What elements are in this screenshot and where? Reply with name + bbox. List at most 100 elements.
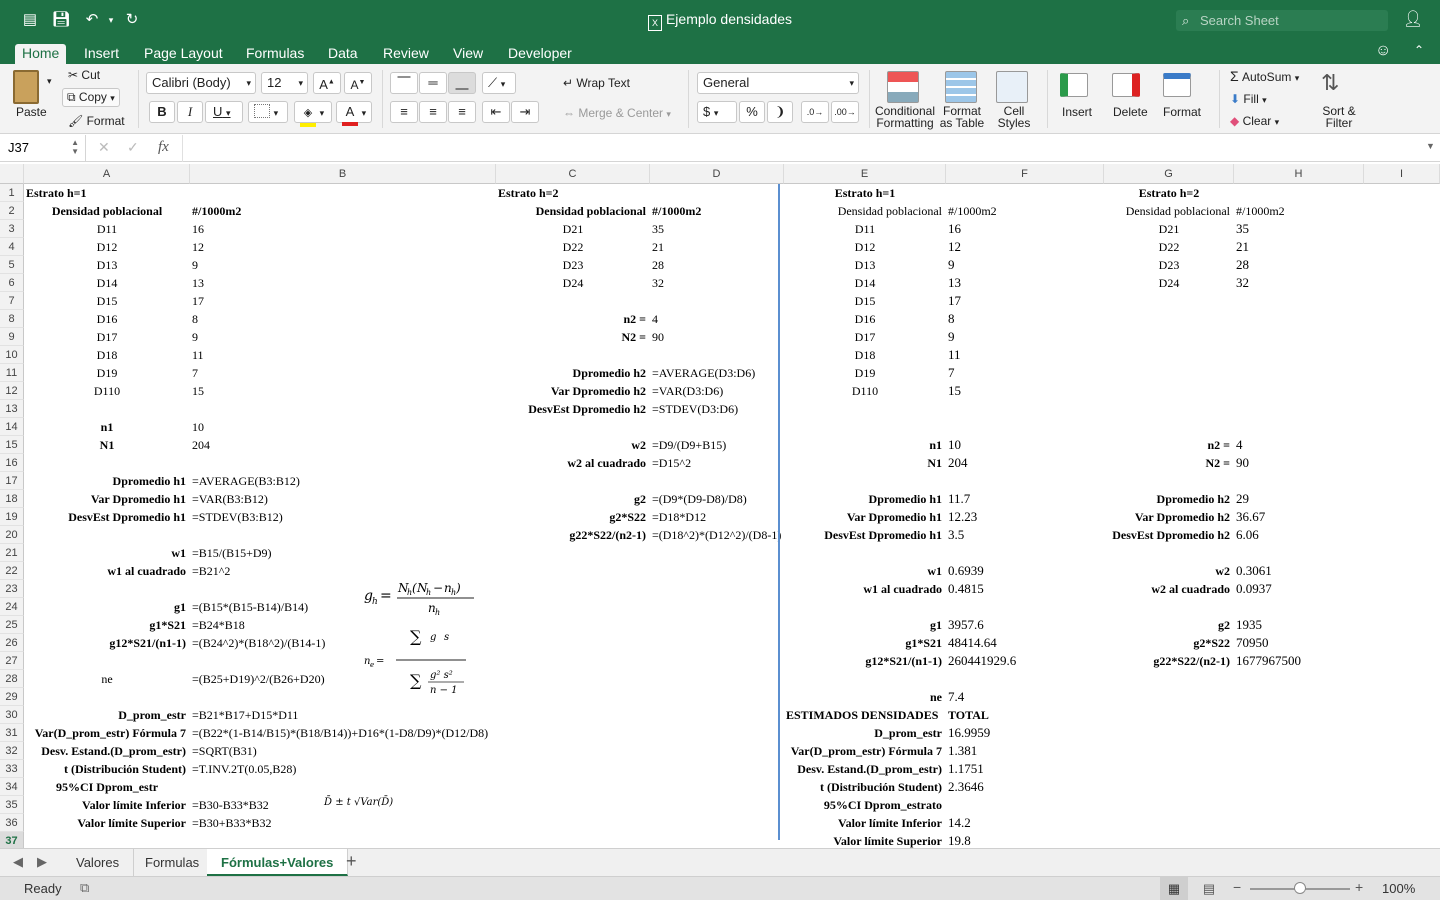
cell-a3[interactable]: D11 — [26, 221, 188, 237]
cell-b30[interactable]: =B21*B17+D15*D11 — [192, 707, 494, 723]
sheet-tab-formulas[interactable]: Formulas — [131, 849, 215, 876]
cell-b31[interactable]: =(B22*(1-B14/B15)*(B18/B14))+D16*(1-D8/D… — [192, 725, 494, 741]
cell-e22[interactable]: w1 — [584, 563, 942, 579]
align-bottom-button[interactable]: ⎽ — [448, 72, 476, 94]
cell-a36[interactable]: Valor límite Superior — [0, 815, 186, 831]
cell-g25[interactable]: g2 — [904, 617, 1230, 633]
cancel-icon[interactable]: ✕ — [98, 139, 110, 156]
cell-f11[interactable]: 7 — [948, 365, 1102, 381]
cell-e6[interactable]: D14 — [786, 275, 944, 291]
name-box-stepper-icon[interactable]: ▲ ▼ — [71, 138, 79, 156]
enter-icon[interactable]: ✓ — [127, 139, 139, 156]
cell-a1[interactable]: Estrato h=1 — [26, 185, 188, 201]
cell-e27[interactable]: g12*S21/(n1-1) — [584, 653, 942, 669]
column-header-f[interactable]: F — [946, 164, 1104, 184]
cell-a4[interactable]: D12 — [26, 239, 188, 255]
normal-view-icon[interactable]: ▦ — [1160, 877, 1188, 900]
cell-g6[interactable]: D24 — [1106, 275, 1232, 291]
cell-g18[interactable]: Dpromedio h2 — [904, 491, 1230, 507]
row-header-5[interactable]: 5 — [0, 256, 24, 274]
row-header-28[interactable]: 28 — [0, 670, 24, 688]
page-layout-view-icon[interactable]: ▤ — [1196, 877, 1222, 900]
cell-f32[interactable]: 1.381 — [948, 743, 1102, 759]
cell-f8[interactable]: 8 — [948, 311, 1102, 327]
cell-a14[interactable]: n1 — [26, 419, 188, 435]
cell-a35[interactable]: Valor límite Inferior — [0, 797, 186, 813]
cell-a11[interactable]: D19 — [26, 365, 188, 381]
column-header-h[interactable]: H — [1234, 164, 1364, 184]
column-header-i[interactable]: I — [1364, 164, 1440, 184]
spreadsheet-grid[interactable]: A B C D E F G H I 1 2 3 4 5 6 7 8 9 10 11 12 13 14 15 16 17 18 19 20… — [0, 164, 1440, 848]
row-header-37[interactable]: 37 — [0, 832, 24, 848]
decrease-indent-button[interactable]: ⇤ — [482, 101, 510, 123]
insert-cells-icon[interactable] — [1060, 73, 1088, 97]
feedback-smiley-icon[interactable]: ☺ — [1375, 42, 1391, 60]
row-header-23[interactable]: 23 — [0, 580, 24, 598]
cell-g4[interactable]: D22 — [1106, 239, 1232, 255]
cell-e30[interactable]: ESTIMADOS DENSIDADES — [786, 707, 944, 723]
currency-button[interactable]: $ ▾ — [697, 101, 737, 123]
prev-sheet-icon[interactable]: ◀ — [13, 854, 23, 870]
cell-b5[interactable]: 9 — [192, 257, 494, 273]
cell-a2[interactable]: Densidad poblacional — [26, 203, 188, 219]
percent-button[interactable]: % — [739, 101, 765, 123]
cell-e26[interactable]: g1*S21 — [584, 635, 942, 651]
tab-home[interactable]: Home — [15, 44, 67, 64]
orientation-button[interactable]: ⟋ ▾ — [482, 72, 516, 94]
align-top-button[interactable]: ⎺ — [390, 72, 418, 94]
clear-button[interactable]: ◆ Clear ▾ — [1230, 114, 1279, 128]
cell-h18[interactable]: 29 — [1236, 491, 1362, 507]
cell-e5[interactable]: D13 — [786, 257, 944, 273]
gh-formula-image[interactable]: g h = Nh(Nh − n h) n h — [362, 576, 482, 617]
cell-f9[interactable]: 9 — [948, 329, 1102, 345]
cell-b14[interactable]: 10 — [192, 419, 494, 435]
tab-data[interactable]: Data — [321, 44, 365, 64]
cell-e29[interactable]: ne — [584, 689, 942, 705]
conditional-formatting-button[interactable]: Conditional Formatting — [872, 105, 938, 129]
underline-button[interactable]: U ▾ — [205, 101, 243, 123]
column-header-d[interactable]: D — [650, 164, 784, 184]
align-left-button[interactable]: ≡ — [390, 101, 418, 123]
conditional-formatting-icon[interactable] — [887, 71, 919, 103]
row-header-8[interactable]: 8 — [0, 310, 24, 328]
cell-a10[interactable]: D18 — [26, 347, 188, 363]
increase-indent-button[interactable]: ⇥ — [511, 101, 539, 123]
cell-e7[interactable]: D15 — [786, 293, 944, 309]
font-size-select[interactable]: 12 ▾ — [261, 72, 308, 94]
cell-e3[interactable]: D11 — [786, 221, 944, 237]
row-header-15[interactable]: 15 — [0, 436, 24, 454]
bold-button[interactable]: B — [149, 101, 175, 123]
row-header-20[interactable]: 20 — [0, 526, 24, 544]
fill-color-button[interactable]: ◈ ▾ — [294, 101, 332, 127]
cell-a19[interactable]: DesvEst Dpromedio h1 — [0, 509, 186, 525]
increase-font-button[interactable]: A▲ — [313, 72, 341, 94]
cell-e25[interactable]: g1 — [584, 617, 942, 633]
cell-h27[interactable]: 1677967500 — [1236, 653, 1362, 669]
row-header-27[interactable]: 27 — [0, 652, 24, 670]
cell-b7[interactable]: 17 — [192, 293, 494, 309]
cell-f5[interactable]: 9 — [948, 257, 1102, 273]
cell-b6[interactable]: 13 — [192, 275, 494, 291]
cell-d6[interactable]: 32 — [652, 275, 782, 291]
increase-decimal-button[interactable]: .0→ — [801, 101, 829, 123]
cell-b10[interactable]: 11 — [192, 347, 494, 363]
cell-a33[interactable]: t (Distribución Student) — [0, 761, 186, 777]
cell-c11[interactable]: Dpromedio h2 — [296, 365, 646, 381]
cell-a21[interactable]: w1 — [0, 545, 186, 561]
cell-f4[interactable]: 12 — [948, 239, 1102, 255]
delete-cells-icon[interactable] — [1112, 73, 1140, 97]
cell-b36[interactable]: =B30+B33*B32 — [192, 815, 494, 831]
cell-e16[interactable]: N1 — [584, 455, 942, 471]
cell-f30[interactable]: TOTAL — [948, 707, 1102, 723]
ne-formula-image[interactable]: n e = ∑ g s ∑ g² s² n − 1 — [362, 620, 472, 698]
cell-g22[interactable]: w2 — [904, 563, 1230, 579]
row-header-16[interactable]: 16 — [0, 454, 24, 472]
cell-h6[interactable]: 32 — [1236, 275, 1362, 291]
paste-button[interactable]: Paste — [16, 105, 47, 119]
copy-button[interactable]: ⧉ Copy ▾ — [62, 88, 120, 107]
cell-f3[interactable]: 16 — [948, 221, 1102, 237]
cell-c5[interactable]: D23 — [498, 257, 648, 273]
decrease-font-button[interactable]: A▼ — [344, 72, 372, 94]
cell-e35[interactable]: 95%CI Dprom_estrato — [584, 797, 942, 813]
cell-h23[interactable]: 0.0937 — [1236, 581, 1362, 597]
